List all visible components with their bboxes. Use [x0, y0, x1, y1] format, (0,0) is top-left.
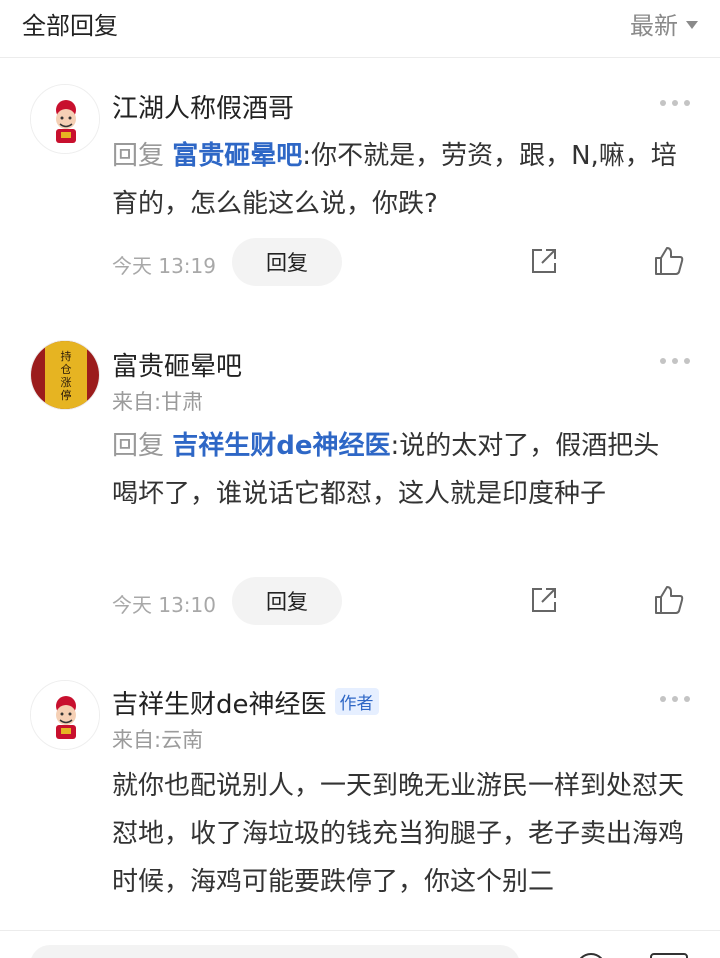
avatar[interactable] [30, 680, 100, 750]
commenter-name[interactable]: 江湖人称假酒哥 [112, 88, 294, 125]
reply-prefix: 回复 [112, 431, 165, 461]
mention-link[interactable]: 富贵砸晕吧 [172, 141, 302, 171]
svg-text:仓: 仓 [61, 362, 72, 376]
sort-dropdown[interactable]: 最新 [630, 6, 698, 41]
share-icon[interactable] [528, 584, 560, 616]
more-options-icon[interactable] [660, 696, 690, 702]
commenter-name-text: 吉祥生财de神经医 [112, 690, 327, 720]
reply-button[interactable]: 回复 [232, 577, 342, 625]
location-label: 来自:云南 [112, 728, 204, 752]
image-icon[interactable] [650, 953, 688, 958]
thumbs-up-icon[interactable] [652, 244, 686, 278]
avatar[interactable] [30, 84, 100, 154]
comment-time: 今天 13:19 [112, 254, 216, 278]
thumbs-up-icon[interactable] [652, 583, 686, 617]
comment-text: 回复 吉祥生财de神经医:说的太对了，假酒把头喝坏了，谁说话它都怼，这人就是印度… [112, 422, 684, 518]
reply-prefix: 回复 [112, 141, 165, 171]
more-options-icon[interactable] [660, 100, 690, 106]
location-label: 来自:甘肃 [112, 390, 204, 414]
svg-text:持: 持 [61, 349, 72, 363]
svg-text:涨: 涨 [61, 376, 72, 389]
colon: : [390, 431, 400, 461]
sort-label: 最新 [630, 12, 678, 40]
comment-time: 今天 13:10 [112, 593, 216, 617]
mention-link[interactable]: 吉祥生财de神经医 [172, 431, 390, 461]
commenter-name[interactable]: 吉祥生财de神经医 作者 [112, 684, 379, 721]
more-options-icon[interactable] [660, 358, 690, 364]
caret-down-icon [686, 20, 698, 29]
replies-header: 全部回复 最新 [0, 0, 720, 58]
svg-text:停: 停 [61, 388, 72, 402]
comment-text: 就你也配说别人，一天到晚无业游民一样到处怼天怼地，收了海垃圾的钱充当狗腿子，老子… [112, 771, 684, 897]
bottom-action-bar [0, 930, 720, 958]
share-icon[interactable] [528, 245, 560, 277]
colon: : [302, 141, 312, 171]
comment-text: 回复 富贵砸晕吧:你不就是，劳资，跟，N,嘛，培育的，怎么能这么说，你跌? [112, 132, 684, 228]
emoji-icon[interactable] [576, 953, 606, 958]
commenter-name[interactable]: 富贵砸晕吧 [112, 346, 242, 383]
author-badge: 作者 [334, 688, 379, 715]
comment-input[interactable] [30, 945, 520, 958]
header-title: 全部回复 [22, 12, 118, 40]
avatar[interactable]: 持 仓 涨 停 [30, 340, 100, 410]
reply-button[interactable]: 回复 [232, 238, 342, 286]
